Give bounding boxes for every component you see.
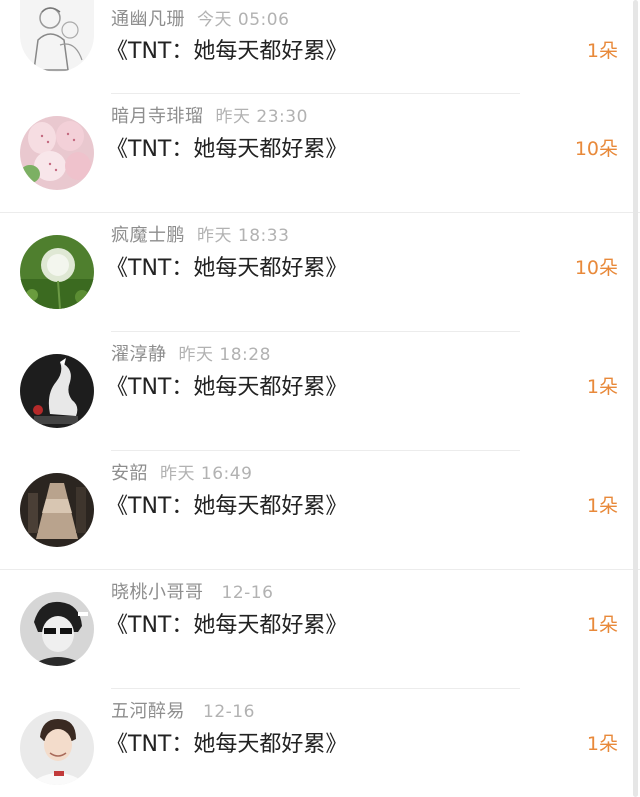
timestamp: 昨天 23:30 xyxy=(215,107,308,127)
divider xyxy=(111,93,520,94)
list-item[interactable]: 暗月寺琲瑠 昨天 23:30 《TNT：她每天都好累》 10朵 xyxy=(0,96,640,215)
row-meta: 晓桃小哥哥 12-16 xyxy=(111,578,273,604)
divider xyxy=(111,688,520,689)
user-name[interactable]: 安韶 xyxy=(111,463,148,484)
timestamp: 昨天 18:28 xyxy=(178,345,271,365)
timestamp: 12-16 xyxy=(221,583,274,603)
gift-count: 1朵 xyxy=(586,376,618,398)
work-title[interactable]: 《TNT：她每天都好累》 xyxy=(106,488,347,520)
work-title[interactable]: 《TNT：她每天都好累》 xyxy=(106,369,347,401)
timestamp: 12-16 xyxy=(203,702,255,722)
strawberry-avatar-icon[interactable] xyxy=(20,116,94,190)
user-name[interactable]: 晓桃小哥哥 xyxy=(111,582,204,603)
row-meta: 通幽凡珊 今天 05:06 xyxy=(111,5,289,31)
gift-count: 1朵 xyxy=(586,614,618,636)
bw-portrait-avatar-icon[interactable] xyxy=(20,592,94,666)
boy-portrait-avatar-icon[interactable] xyxy=(20,711,94,785)
list-item[interactable]: 安韶 昨天 16:49 《TNT：她每天都好累》 1朵 xyxy=(0,453,640,572)
list-item[interactable]: 通幽凡珊 今天 05:06 《TNT：她每天都好累》 1朵 xyxy=(0,0,640,96)
user-name[interactable]: 疯魔士鹏 xyxy=(111,225,185,246)
gift-count: 10朵 xyxy=(574,257,618,279)
divider xyxy=(111,331,520,332)
work-title[interactable]: 《TNT：她每天都好累》 xyxy=(106,250,347,282)
divider xyxy=(111,450,520,451)
row-meta: 濯淳静 昨天 18:28 xyxy=(111,340,271,366)
user-name[interactable]: 暗月寺琲瑠 xyxy=(111,106,204,127)
list-item[interactable]: 晓桃小哥哥 12-16 《TNT：她每天都好累》 1朵 xyxy=(0,572,640,691)
dragon-figure-avatar-icon[interactable] xyxy=(20,354,94,428)
divider xyxy=(0,569,640,570)
work-title[interactable]: 《TNT：她每天都好累》 xyxy=(106,33,347,65)
dandelion-avatar-icon[interactable] xyxy=(20,235,94,309)
gift-count: 1朵 xyxy=(586,40,618,62)
timestamp: 昨天 16:49 xyxy=(160,464,253,484)
row-meta: 暗月寺琲瑠 昨天 23:30 xyxy=(111,102,308,128)
list-item[interactable]: 五河醉易 12-16 《TNT：她每天都好累》 1朵 xyxy=(0,691,640,797)
user-name[interactable]: 五河醉易 xyxy=(111,701,185,722)
list-item[interactable]: 濯淳静 昨天 18:28 《TNT：她每天都好累》 1朵 xyxy=(0,334,640,453)
gift-list: 通幽凡珊 今天 05:06 《TNT：她每天都好累》 1朵 暗月寺琲瑠 昨天 23:… xyxy=(0,0,640,797)
row-meta: 安韶 昨天 16:49 xyxy=(111,459,252,485)
row-meta: 五河醉易 12-16 xyxy=(111,697,255,723)
divider xyxy=(0,212,640,213)
row-meta: 疯魔士鹏 昨天 18:33 xyxy=(111,221,289,247)
scrollbar[interactable] xyxy=(633,0,638,797)
gift-count: 10朵 xyxy=(574,138,618,160)
work-title[interactable]: 《TNT：她每天都好累》 xyxy=(106,131,347,163)
gift-count: 1朵 xyxy=(586,733,618,755)
gift-count: 1朵 xyxy=(586,495,618,517)
user-name[interactable]: 通幽凡珊 xyxy=(111,9,185,30)
work-title[interactable]: 《TNT：她每天都好累》 xyxy=(106,726,347,758)
timestamp: 今天 05:06 xyxy=(197,10,290,30)
dress-avatar-icon[interactable] xyxy=(20,473,94,547)
sketch-avatar-icon[interactable] xyxy=(20,0,94,72)
timestamp: 昨天 18:33 xyxy=(197,226,290,246)
user-name[interactable]: 濯淳静 xyxy=(111,344,167,365)
list-item[interactable]: 疯魔士鹏 昨天 18:33 《TNT：她每天都好累》 10朵 xyxy=(0,215,640,334)
work-title[interactable]: 《TNT：她每天都好累》 xyxy=(106,607,347,639)
